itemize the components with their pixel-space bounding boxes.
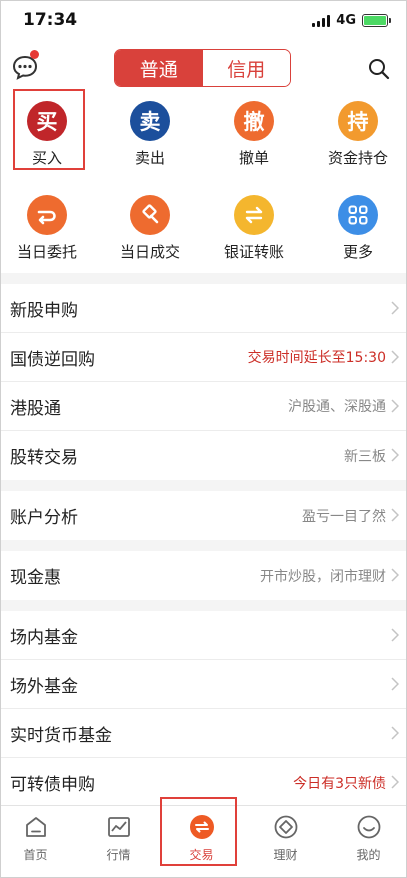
list-item-hk-connect[interactable]: 港股通 沪股通、深股通 (1, 382, 406, 431)
list-item-label: 场内基金 (10, 627, 78, 648)
list-item-note: 新三板 (344, 448, 386, 465)
status-time: 17:34 (23, 10, 78, 30)
list-item-note: 交易时间延长至15:30 (247, 350, 386, 366)
today-orders-button[interactable]: 当日委托 (1, 195, 97, 275)
tab-normal[interactable]: 普通 (115, 50, 203, 86)
list-item-label: 港股通 (10, 398, 61, 419)
tab-me[interactable]: 我的 (328, 810, 406, 870)
search-icon[interactable] (368, 58, 390, 80)
cancel-order-label: 撤单 (238, 149, 269, 167)
sell-button[interactable]: 卖 卖出 (100, 101, 200, 181)
trade-tab-highlight-box (160, 797, 237, 866)
chevron-right-icon (391, 726, 399, 740)
list-item-money-funds[interactable]: 实时货币基金 (1, 709, 406, 758)
notification-dot (30, 50, 39, 59)
sell-icon: 卖 (130, 101, 170, 141)
list-item-exchange-funds[interactable]: 场内基金 (1, 611, 406, 660)
list-item-label: 实时货币基金 (10, 725, 112, 746)
list-item-label: 现金惠 (10, 568, 61, 588)
list-item-note: 开市炒股，闭市理财 (260, 568, 386, 585)
tab-market[interactable]: 行情 (78, 810, 159, 870)
gavel-icon (130, 195, 170, 235)
chevron-right-icon (391, 399, 399, 413)
cancel-order-button[interactable]: 撤 撤单 (204, 101, 304, 181)
return-arrow-icon (27, 195, 67, 235)
transfer-arrows-icon (234, 195, 274, 235)
chevron-right-icon (391, 508, 399, 522)
tab-home[interactable]: 首页 (1, 810, 76, 870)
buy-highlight-box (13, 89, 85, 170)
list-group-cash: 现金惠 开市炒股，闭市理财 (1, 551, 406, 600)
list-item-label: 国债逆回购 (10, 349, 95, 370)
more-label: 更多 (342, 243, 373, 261)
home-icon (25, 817, 46, 837)
list-group-trading: 新股申购 国债逆回购 交易时间延长至15:30 港股通 沪股通、深股通 股转交易… (1, 284, 406, 480)
list-item-ipo[interactable]: 新股申购 (1, 284, 406, 333)
list-item-label: 账户分析 (10, 508, 78, 528)
chevron-right-icon (391, 677, 399, 691)
today-deals-label: 当日成交 (119, 243, 180, 261)
positions-button[interactable]: 持 资金持仓 (308, 101, 406, 181)
sell-label: 卖出 (134, 149, 165, 167)
bank-transfer-label: 银证转账 (223, 243, 284, 261)
list-item-account-analysis[interactable]: 账户分析 盈亏一目了然 (1, 491, 406, 540)
chart-icon (107, 817, 130, 837)
chevron-right-icon (391, 448, 399, 462)
list-item-neeq[interactable]: 股转交易 新三板 (1, 431, 406, 480)
bank-transfer-button[interactable]: 银证转账 (204, 195, 304, 275)
tab-finance[interactable]: 理财 (245, 810, 326, 870)
list-item-label: 可转债申购 (10, 775, 95, 795)
chevron-right-icon (391, 775, 399, 789)
list-item-reverse-repo[interactable]: 国债逆回购 交易时间延长至15:30 (1, 333, 406, 382)
grid-icon (338, 195, 378, 235)
list-item-label: 股转交易 (10, 448, 78, 468)
list-item-note: 盈亏一目了然 (302, 508, 386, 525)
network-label: 4G (336, 13, 356, 28)
tab-label: 行情 (106, 848, 131, 862)
battery-icon (362, 14, 391, 27)
app-frame: 17:34 4G 普通 信用 买 买入 卖 卖出 撤 撤单 持 资金持仓 当日委… (0, 0, 407, 878)
status-indicators: 4G (312, 13, 391, 28)
chevron-right-icon (391, 301, 399, 315)
cancel-order-icon: 撤 (234, 101, 274, 141)
chevron-right-icon (391, 628, 399, 642)
chevron-right-icon (391, 568, 399, 582)
positions-icon: 持 (338, 101, 378, 141)
today-orders-label: 当日委托 (16, 243, 77, 261)
list-item-otc-funds[interactable]: 场外基金 (1, 660, 406, 709)
list-item-cash-plus[interactable]: 现金惠 开市炒股，闭市理财 (1, 551, 406, 600)
list-item-label: 新股申购 (10, 300, 78, 321)
list-group-analysis: 账户分析 盈亏一目了然 (1, 491, 406, 540)
signal-icon (312, 14, 331, 27)
tab-label: 首页 (23, 848, 48, 862)
profile-icon (357, 815, 380, 839)
list-group-funds: 场内基金 场外基金 实时货币基金 可转债申购 今日有3只新债 (1, 611, 406, 807)
tab-credit[interactable]: 信用 (202, 50, 290, 86)
list-item-note: 今日有3只新债 (293, 775, 386, 792)
list-item-label: 场外基金 (10, 676, 78, 697)
tab-label: 理财 (273, 848, 298, 862)
chevron-right-icon (391, 350, 399, 364)
tab-label: 我的 (356, 848, 381, 862)
top-header: 普通 信用 (1, 41, 406, 96)
more-button[interactable]: 更多 (308, 195, 406, 275)
today-deals-button[interactable]: 当日成交 (100, 195, 200, 275)
list-item-note: 沪股通、深股通 (288, 399, 386, 415)
account-type-switch: 普通 信用 (114, 49, 291, 87)
finance-icon (274, 815, 297, 839)
positions-label: 资金持仓 (327, 149, 388, 167)
status-bar: 17:34 4G (1, 1, 406, 41)
